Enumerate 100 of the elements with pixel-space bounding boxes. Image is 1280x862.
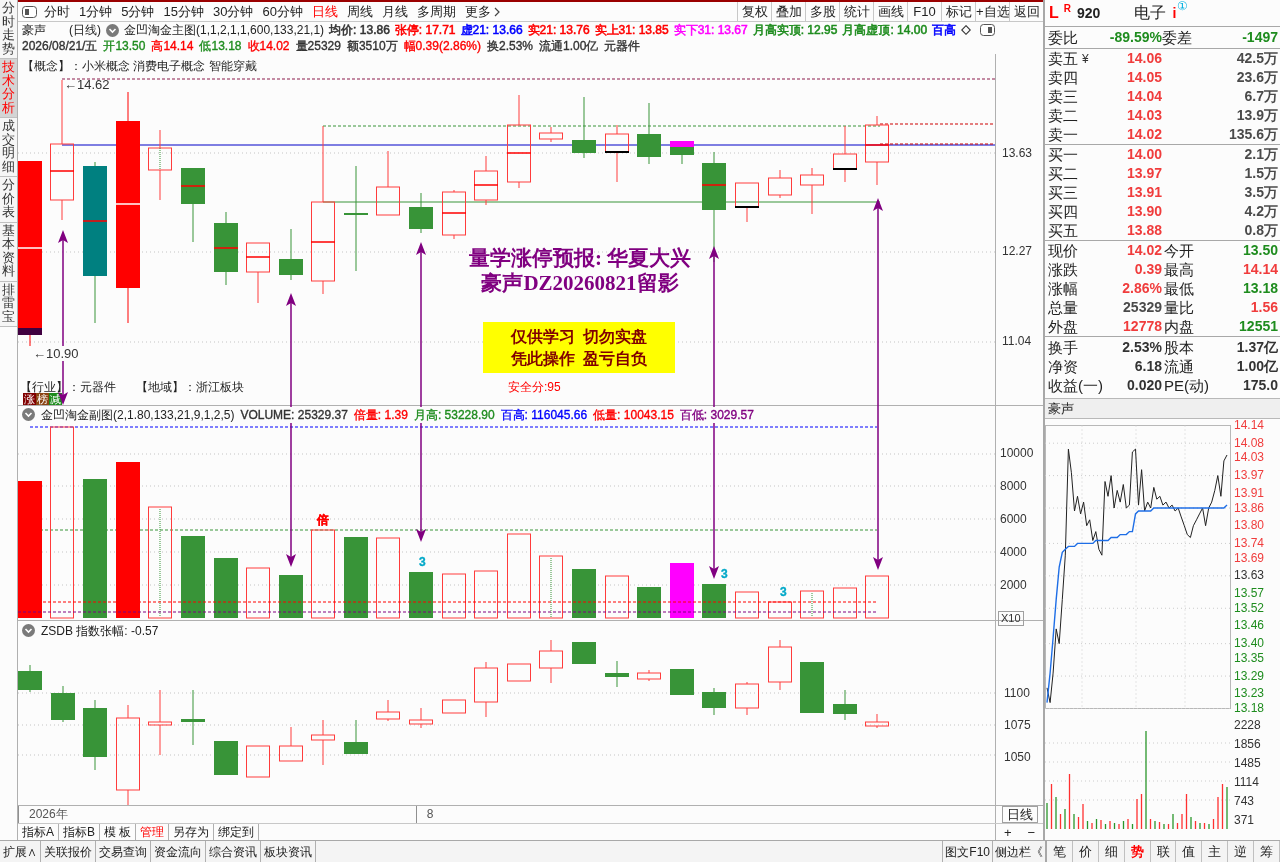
order-price: 14.02 bbox=[1125, 125, 1162, 144]
index-axis-label: 1050 bbox=[1003, 750, 1032, 764]
order-volume: 2.1万 bbox=[1243, 145, 1278, 164]
panel-toggle-icon[interactable] bbox=[22, 5, 37, 18]
y-tick-label: 13.63 bbox=[1234, 569, 1265, 583]
shortcut-tab[interactable]: 主 bbox=[1202, 841, 1229, 862]
quote-label: 涨跌 bbox=[1048, 260, 1079, 279]
quote-label: 量比 bbox=[1163, 298, 1195, 317]
board-tag: R bbox=[1063, 3, 1071, 14]
period-tab[interactable]: 60分钟 bbox=[262, 2, 303, 21]
quote-value: 13.50 bbox=[1241, 241, 1278, 260]
period-tab[interactable]: 30分钟 bbox=[212, 2, 254, 21]
shortcut-tab[interactable]: 势 bbox=[1124, 841, 1151, 862]
dropdown-chevron-icon[interactable] bbox=[22, 624, 35, 637]
period-tab[interactable]: 15分钟 bbox=[163, 2, 204, 21]
indicator-name: 金凹淘金副图(2,1.80,133,21,9,1,2,5) bbox=[41, 406, 235, 423]
quote-label: 委差 bbox=[1162, 28, 1193, 47]
side-tab[interactable]: 分时走势 bbox=[0, 0, 17, 59]
quote-label: 最低 bbox=[1163, 279, 1195, 298]
quote-value: -1497 bbox=[1241, 28, 1278, 47]
order-level-label: 卖四 bbox=[1048, 68, 1078, 87]
quote-label: 委比 bbox=[1048, 28, 1079, 47]
status-link[interactable]: 扩展∧ bbox=[0, 841, 41, 862]
diamond-icon[interactable] bbox=[961, 25, 972, 35]
zoom-in-button[interactable]: + bbox=[996, 824, 1020, 840]
intraday-volume-label: 1114 bbox=[1234, 776, 1260, 789]
toolbar-button[interactable]: 多股 bbox=[805, 2, 839, 21]
status-link[interactable]: 综合资讯 bbox=[206, 841, 261, 862]
shortcut-tab[interactable]: 筹 bbox=[1254, 841, 1280, 862]
quote-label: 今开 bbox=[1163, 241, 1195, 260]
market-tag: L bbox=[1049, 4, 1059, 22]
order-level-label: 卖三 bbox=[1048, 87, 1078, 106]
period-tab[interactable]: 多周期 bbox=[416, 2, 456, 21]
intraday-title: 豪声 bbox=[1048, 400, 1074, 417]
quote-field: 量25329 bbox=[295, 38, 341, 54]
quote-value: 25329 bbox=[1122, 298, 1162, 317]
panel-toggle-icon[interactable] bbox=[980, 24, 995, 36]
shortcut-tab[interactable]: 笔 bbox=[1047, 841, 1073, 862]
order-level-label: 卖五 bbox=[1048, 49, 1078, 68]
y-tick-label: 13.29 bbox=[1234, 669, 1265, 683]
indicator-value: 月高: 53228.90 bbox=[413, 406, 495, 423]
order-volume: 13.9万 bbox=[1235, 106, 1278, 125]
quote-field: 高14.14 bbox=[151, 38, 194, 54]
toolbar-button[interactable]: 统计 bbox=[839, 2, 873, 21]
quote-label: 内盘 bbox=[1163, 317, 1195, 336]
side-tab[interactable]: 排雷宝 bbox=[0, 281, 17, 327]
volume-axis-label: 8000 bbox=[999, 479, 1028, 493]
period-tab[interactable]: 1分钟 bbox=[79, 2, 113, 21]
info-mark[interactable]: i bbox=[1172, 4, 1177, 22]
quote-value: 14.14 bbox=[1241, 260, 1278, 279]
status-button[interactable]: 图文F10 bbox=[942, 841, 992, 862]
side-tab[interactable]: 成交明细 bbox=[0, 118, 17, 177]
status-link[interactable]: 板块资讯 bbox=[261, 841, 316, 862]
toolbar-button[interactable]: +自选 bbox=[975, 2, 1009, 21]
shortcut-tab[interactable]: 价 bbox=[1072, 841, 1099, 862]
status-link[interactable]: 资金流向 bbox=[151, 841, 206, 862]
side-tab[interactable]: 分价表 bbox=[0, 177, 17, 223]
period-tab[interactable]: 更多 bbox=[464, 2, 500, 21]
quote-field: 2026/08/21/五 bbox=[22, 38, 98, 54]
quote-field: 流通1.00亿 bbox=[539, 38, 599, 54]
period-indicator: 日线 bbox=[1001, 806, 1038, 823]
zoom-out-button[interactable]: − bbox=[1019, 824, 1043, 840]
toolbar-button[interactable]: 叠加 bbox=[771, 2, 805, 21]
toolbar-button[interactable]: F10 bbox=[907, 2, 941, 21]
price-axis-label: 13.63 bbox=[1001, 146, 1034, 160]
status-link[interactable]: 关联报价 bbox=[41, 841, 96, 862]
order-level-label: 买四 bbox=[1048, 202, 1078, 221]
currency-mark: ¥ bbox=[1082, 51, 1089, 66]
order-price: 14.06 bbox=[1125, 49, 1162, 68]
quote-field: 幅0.39(2.86%) bbox=[403, 38, 481, 54]
toolbar-button[interactable]: 画线 bbox=[873, 2, 907, 21]
quote-label: 涨幅 bbox=[1048, 279, 1079, 298]
toolbar-button[interactable]: 返回 bbox=[1009, 2, 1043, 21]
quote-field: 低13.18 bbox=[199, 38, 242, 54]
period-tab[interactable]: 分时 bbox=[44, 2, 70, 21]
status-link[interactable]: 交易查询 bbox=[96, 841, 151, 862]
dropdown-chevron-icon[interactable] bbox=[22, 408, 35, 421]
stock-name: 豪声 bbox=[22, 22, 46, 38]
period-tab[interactable]: 日线 bbox=[311, 2, 338, 21]
y-tick-label: 13.97 bbox=[1234, 469, 1265, 483]
shortcut-tab[interactable]: 联 bbox=[1150, 841, 1177, 862]
toolbar-button[interactable]: 复权 bbox=[737, 2, 771, 21]
order-volume: 0.8万 bbox=[1243, 221, 1278, 240]
dropdown-chevron-icon[interactable] bbox=[106, 23, 119, 37]
quote-value: 1.00亿 bbox=[1235, 357, 1278, 376]
toolbar-button[interactable]: 标记 bbox=[941, 2, 975, 21]
status-button[interactable]: 侧边栏《 bbox=[992, 841, 1045, 862]
order-level-label: 卖二 bbox=[1048, 106, 1078, 125]
quote-value: 1.37亿 bbox=[1235, 338, 1278, 357]
side-tab[interactable]: 基本资料 bbox=[0, 222, 17, 282]
shortcut-tab[interactable]: 细 bbox=[1098, 841, 1125, 862]
indicator-value: 百低: 3029.57 bbox=[679, 406, 754, 423]
period-tab[interactable]: 月线 bbox=[381, 2, 408, 21]
quote-value: -89.59% bbox=[1108, 28, 1162, 45]
indicator-value: 实21: 13.76 bbox=[527, 22, 590, 38]
period-tab[interactable]: 5分钟 bbox=[121, 2, 155, 21]
shortcut-tab[interactable]: 值 bbox=[1176, 841, 1203, 862]
period-tab[interactable]: 周线 bbox=[346, 2, 373, 21]
shortcut-tab[interactable]: 逆 bbox=[1228, 841, 1255, 862]
order-volume: 3.5万 bbox=[1243, 183, 1278, 202]
